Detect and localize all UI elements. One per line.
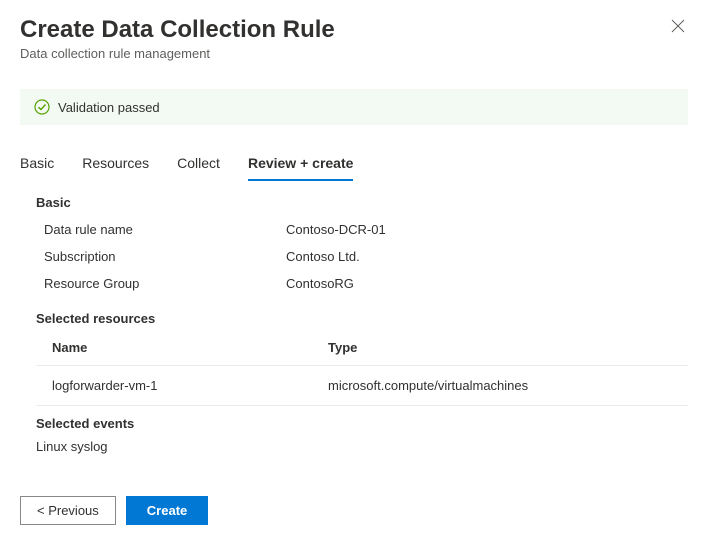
column-header-type: Type xyxy=(328,340,688,355)
tab-basic[interactable]: Basic xyxy=(20,149,54,181)
validation-banner: Validation passed xyxy=(20,89,688,125)
column-header-name: Name xyxy=(36,340,328,355)
label-resource-group: Resource Group xyxy=(36,276,286,291)
resources-header-row: Name Type xyxy=(36,332,688,366)
section-basic-title: Basic xyxy=(36,195,688,210)
value-data-rule-name: Contoso-DCR-01 xyxy=(286,222,386,237)
check-circle-icon xyxy=(34,99,50,115)
row-data-rule-name: Data rule name Contoso-DCR-01 xyxy=(36,216,688,243)
row-resource-group: Resource Group ContosoRG xyxy=(36,270,688,297)
label-subscription: Subscription xyxy=(36,249,286,264)
row-subscription: Subscription Contoso Ltd. xyxy=(36,243,688,270)
cell-resource-name: logforwarder-vm-1 xyxy=(36,378,328,393)
page-subtitle: Data collection rule management xyxy=(20,46,688,61)
label-data-rule-name: Data rule name xyxy=(36,222,286,237)
create-button[interactable]: Create xyxy=(126,496,208,525)
section-selected-resources-title: Selected resources xyxy=(36,311,688,326)
validation-text: Validation passed xyxy=(58,100,160,115)
tab-review-create[interactable]: Review + create xyxy=(248,149,353,181)
close-button[interactable] xyxy=(670,18,686,34)
footer-actions: < Previous Create xyxy=(20,496,208,525)
tab-collect[interactable]: Collect xyxy=(177,149,220,181)
page-title: Create Data Collection Rule xyxy=(20,16,688,44)
selected-events-value: Linux syslog xyxy=(36,437,688,454)
section-selected-events-title: Selected events xyxy=(36,416,688,431)
close-icon xyxy=(670,18,686,34)
table-row: logforwarder-vm-1 microsoft.compute/virt… xyxy=(36,366,688,406)
value-subscription: Contoso Ltd. xyxy=(286,249,360,264)
previous-button[interactable]: < Previous xyxy=(20,496,116,525)
cell-resource-type: microsoft.compute/virtualmachines xyxy=(328,378,688,393)
tab-resources[interactable]: Resources xyxy=(82,149,149,181)
value-resource-group: ContosoRG xyxy=(286,276,354,291)
tab-bar: Basic Resources Collect Review + create xyxy=(0,149,708,181)
